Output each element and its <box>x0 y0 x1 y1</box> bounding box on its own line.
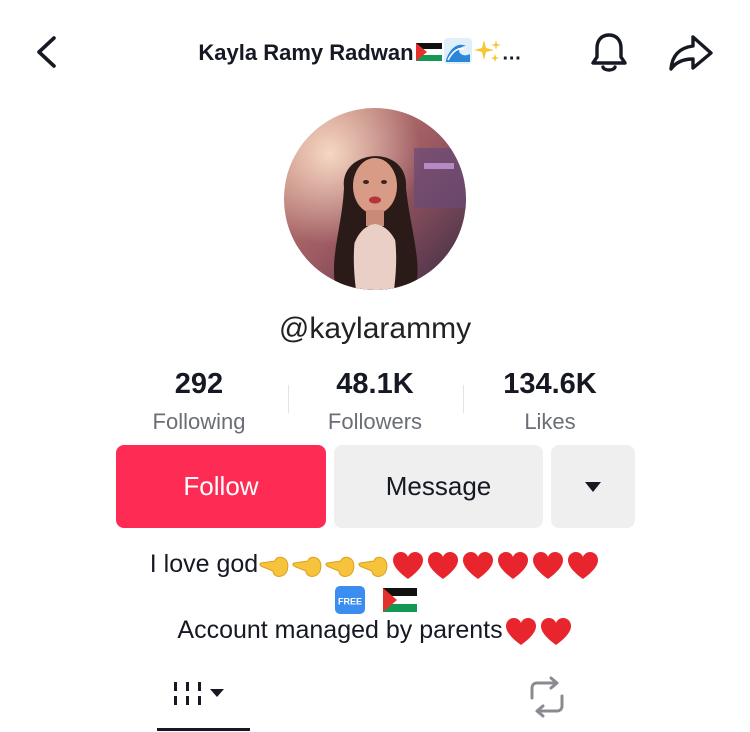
free-button-icon: FREE <box>335 585 366 614</box>
followers-count: 48.1K <box>336 368 414 400</box>
wave-icon <box>443 38 472 70</box>
profile-photo <box>284 108 466 290</box>
followers-label: Followers <box>327 409 423 434</box>
repost-icon <box>530 676 564 718</box>
heart-icon <box>463 551 494 579</box>
bio-line-3: Account managed by parents <box>0 616 750 647</box>
likes-count: 134.6K <box>503 368 597 400</box>
backhand-index-left-icon <box>358 556 388 577</box>
heart-icon <box>540 617 571 645</box>
tab-videos-grid[interactable] <box>155 676 250 732</box>
likes-label: Likes <box>524 409 576 434</box>
bio-emojis <box>503 616 573 646</box>
bio-line-2: FREE <box>0 584 750 615</box>
backhand-index-left-icon <box>259 556 289 577</box>
palestine-flag-icon <box>415 41 442 67</box>
heart-icon <box>505 617 536 645</box>
bio-emojis <box>258 550 600 580</box>
backhand-index-left-icon <box>292 556 322 577</box>
heart-icon <box>533 551 564 579</box>
bio-text: I love god <box>149 550 259 578</box>
message-button[interactable]: Message <box>334 445 543 528</box>
avatar[interactable] <box>284 108 466 290</box>
heart-icon <box>568 551 599 579</box>
bell-icon <box>591 33 627 72</box>
stat-likes: 134.6K Likes <box>450 368 650 435</box>
tab-reposts[interactable] <box>520 676 574 720</box>
bio-emojis: FREE <box>333 584 417 614</box>
palestine-flag-icon <box>382 587 417 612</box>
stat-following[interactable]: 292 Following <box>99 368 299 435</box>
bio-text: Account managed by parents <box>177 616 503 644</box>
profile-display-name: Kayla Ramy Radwan <box>198 39 414 65</box>
back-button[interactable] <box>28 30 68 74</box>
follow-button[interactable]: Follow <box>116 445 326 528</box>
heart-icon <box>428 551 459 579</box>
back-arrow-icon <box>37 36 56 68</box>
sparkles-icon <box>473 38 502 70</box>
share-icon <box>669 35 713 71</box>
share-button[interactable] <box>665 28 717 76</box>
following-count: 292 <box>174 368 224 400</box>
username: @kaylarammy <box>278 312 472 345</box>
stat-followers[interactable]: 48.1K Followers <box>275 368 475 435</box>
caret-down-icon <box>585 481 601 492</box>
notification-bell-button[interactable] <box>585 28 633 76</box>
title-ellipsis: … <box>501 42 522 65</box>
svg-text:FREE: FREE <box>338 596 362 606</box>
heart-icon <box>393 551 424 579</box>
grid-menu-icon <box>174 682 224 705</box>
heart-icon <box>498 551 529 579</box>
backhand-index-left-icon <box>325 556 355 577</box>
suggested-accounts-button[interactable] <box>551 445 635 528</box>
page-title: Kayla Ramy Radwan … <box>150 38 570 70</box>
bio-line-1: I love god <box>0 550 750 581</box>
selected-tab-indicator <box>157 728 250 731</box>
following-label: Following <box>152 409 246 434</box>
